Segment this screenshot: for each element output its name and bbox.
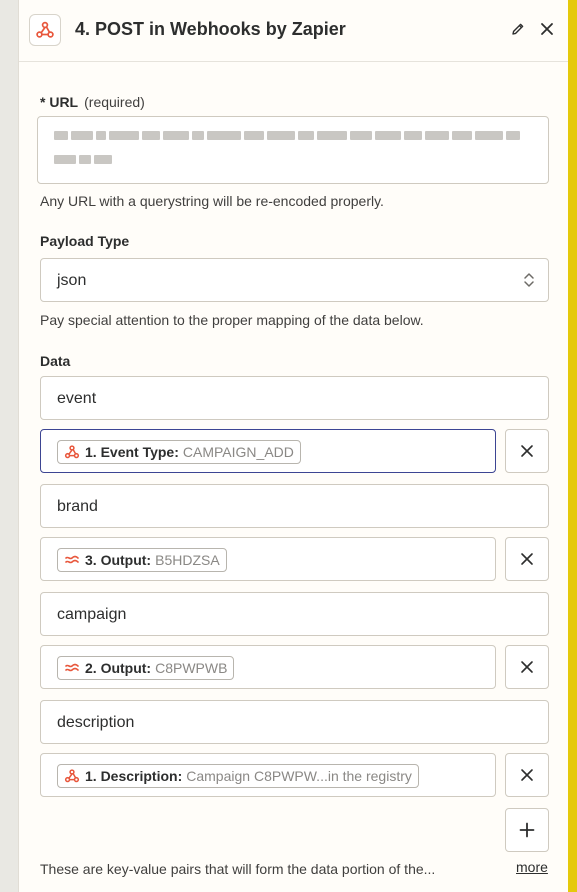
pencil-icon[interactable]	[508, 19, 528, 39]
data-value-input[interactable]: 3. Output: B5HDZSA	[40, 537, 496, 581]
webhook-icon	[63, 443, 81, 461]
mapped-field-pill[interactable]: 1. Description: Campaign C8PWPW...in the…	[57, 764, 419, 788]
data-value-input[interactable]: 1. Description: Campaign C8PWPW...in the…	[40, 753, 496, 797]
close-icon	[521, 769, 533, 781]
formatter-icon	[63, 659, 81, 677]
url-label: * URL (required)	[40, 94, 145, 110]
step-title: 4. POST in Webhooks by Zapier	[75, 19, 346, 39]
more-link[interactable]: more	[516, 859, 548, 875]
data-key-input[interactable]: brand	[40, 484, 549, 528]
close-icon	[521, 445, 533, 457]
data-key-text: brand	[57, 498, 98, 515]
redacted-url-line-2	[54, 155, 112, 164]
payload-type-label: Payload Type	[40, 233, 130, 249]
remove-pair-button[interactable]	[505, 645, 549, 689]
pill-value: C8PWPWB	[155, 660, 228, 676]
data-key-input[interactable]: campaign	[40, 592, 549, 636]
pill-value: CAMPAIGN_ADD	[182, 444, 294, 460]
pill-label: 3. Output:	[85, 552, 152, 568]
pill-value: Campaign C8PWPW...in the registry	[186, 768, 412, 784]
webhook-icon	[29, 14, 61, 46]
payload-type-value: json	[57, 272, 87, 289]
payload-type-select[interactable]: json	[40, 258, 549, 302]
panel-header: 4. POST in Webhooks by Zapier	[19, 0, 568, 62]
add-pair-button[interactable]	[505, 808, 549, 852]
mapped-field-pill[interactable]: 1. Event Type: CAMPAIGN_ADD	[57, 440, 301, 464]
mapped-field-pill[interactable]: 3. Output: B5HDZSA	[57, 548, 227, 572]
side-strip	[568, 0, 577, 892]
data-key-text: event	[57, 390, 97, 407]
data-value-input[interactable]: 2. Output: C8PWPWB	[40, 645, 496, 689]
webhook-icon	[63, 767, 81, 785]
data-key-text: description	[57, 714, 135, 731]
mapped-field-pill[interactable]: 2. Output: C8PWPWB	[57, 656, 235, 680]
data-label: Data	[40, 353, 71, 369]
pill-label: 2. Output:	[85, 660, 152, 676]
remove-pair-button[interactable]	[505, 537, 549, 581]
formatter-icon	[63, 551, 81, 569]
url-input[interactable]	[37, 116, 549, 184]
url-help-text: Any URL with a querystring will be re-en…	[40, 193, 384, 209]
pill-label: 1. Description:	[85, 768, 183, 784]
select-chevron-icon	[522, 270, 536, 295]
pill-value: B5HDZSA	[155, 552, 220, 568]
data-key-input[interactable]: event	[40, 376, 549, 420]
payload-type-help-text: Pay special attention to the proper mapp…	[40, 312, 424, 328]
required-note: (required)	[84, 94, 145, 110]
step-config-panel: 4. POST in Webhooks by Zapier * URL (requ…	[18, 0, 568, 892]
pill-label: 1. Event Type:	[85, 444, 179, 460]
url-label-text: * URL	[40, 94, 79, 110]
remove-pair-button[interactable]	[505, 429, 549, 473]
redacted-url-line-1	[54, 131, 520, 140]
remove-pair-button[interactable]	[505, 753, 549, 797]
close-icon	[521, 661, 533, 673]
plus-icon	[519, 822, 535, 838]
close-icon	[521, 553, 533, 565]
data-key-text: campaign	[57, 606, 127, 623]
close-icon[interactable]	[537, 19, 557, 39]
data-value-input[interactable]: 1. Event Type: CAMPAIGN_ADD	[40, 429, 496, 473]
data-key-input[interactable]: description	[40, 700, 549, 744]
data-help-text: These are key-value pairs that will form…	[40, 861, 436, 877]
